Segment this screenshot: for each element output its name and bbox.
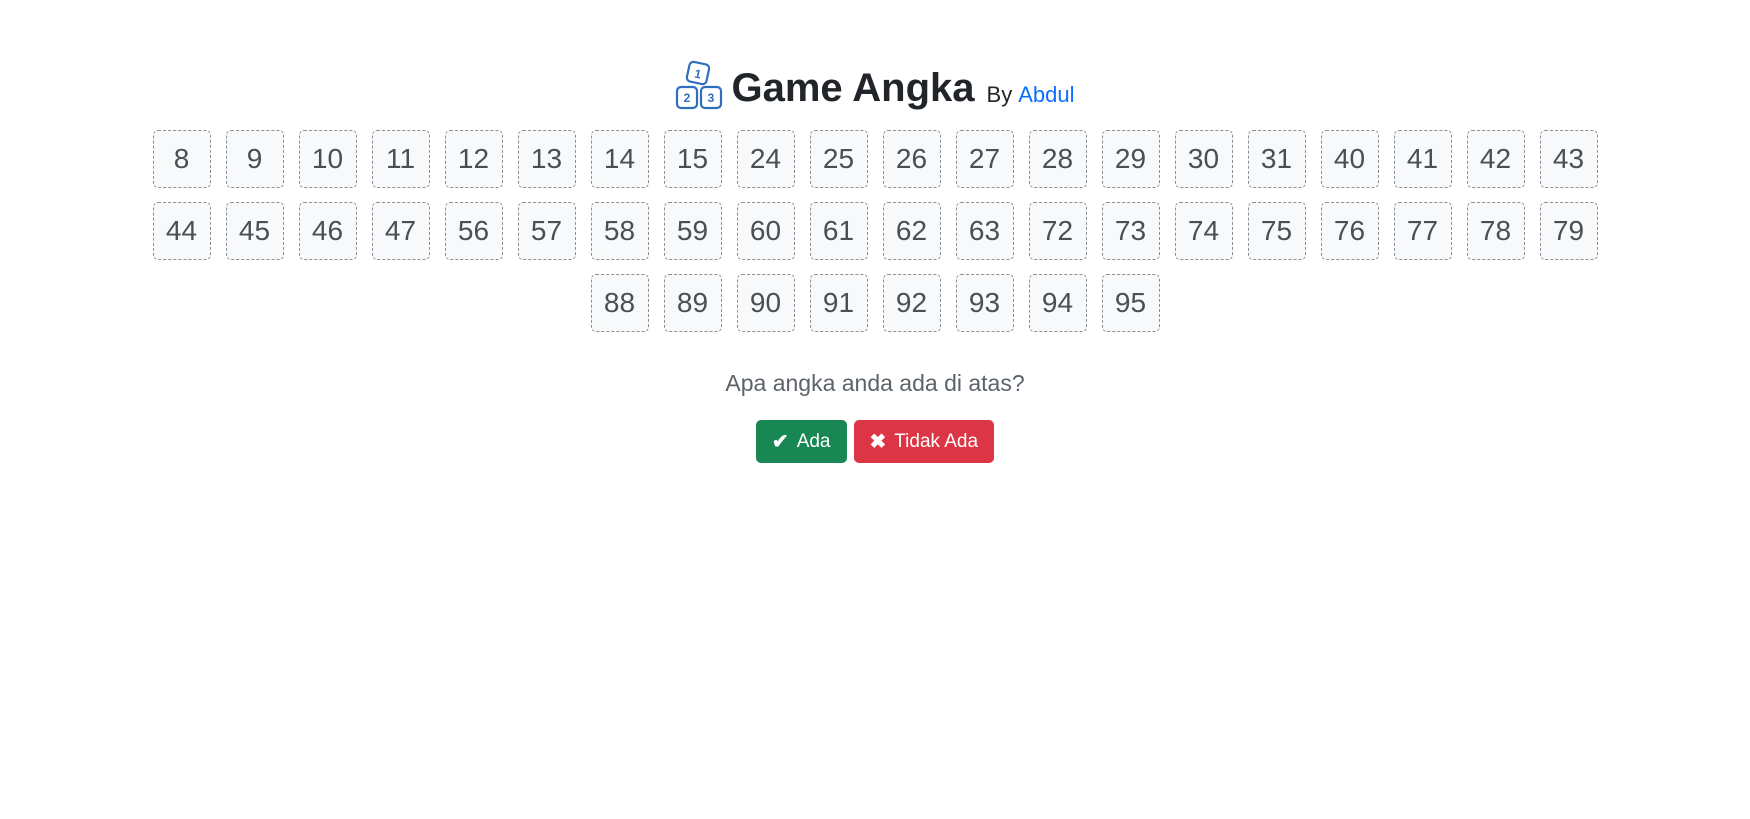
- number-cell: 89: [663, 274, 722, 332]
- number-cell: 14: [590, 130, 649, 188]
- number-cell: 31: [1247, 130, 1306, 188]
- page: 1 2 3 Game Angka By Abdul 8 9 10 11 12 13 14 15…: [0, 0, 1750, 819]
- number-cell: 26: [882, 130, 941, 188]
- svg-text:3: 3: [708, 91, 715, 105]
- number-cell: 75: [1247, 202, 1306, 260]
- number-cell: 91: [809, 274, 868, 332]
- number-cell: 44: [152, 202, 211, 260]
- number-cell: 27: [955, 130, 1014, 188]
- check-icon: ✔: [771, 430, 789, 453]
- close-icon: ✖: [869, 430, 887, 453]
- number-cell: 12: [444, 130, 503, 188]
- number-cell: 15: [663, 130, 722, 188]
- number-cell: 95: [1101, 274, 1160, 332]
- number-cell: 58: [590, 202, 649, 260]
- number-blocks-icon: 1 2 3: [676, 60, 723, 110]
- number-cell: 41: [1393, 130, 1452, 188]
- number-cell: 78: [1466, 202, 1525, 260]
- number-row: 88 89 90 91 92 93 94 95: [590, 274, 1160, 332]
- number-cell: 61: [809, 202, 868, 260]
- number-cell: 11: [371, 130, 430, 188]
- question-text: Apa angka anda ada di atas?: [725, 370, 1025, 396]
- by-label: By: [986, 82, 1013, 107]
- number-row: 8 9 10 11 12 13 14 15 24 25 26 27 28 29 30 31 40 41 42 43: [152, 130, 1598, 188]
- number-cell: 13: [517, 130, 576, 188]
- number-grid: 8 9 10 11 12 13 14 15 24 25 26 27 28 29 30 31 40 41 42 43 44…: [0, 130, 1750, 332]
- number-cell: 9: [225, 130, 284, 188]
- no-button[interactable]: ✖ Tidak Ada: [853, 420, 995, 463]
- number-cell: 90: [736, 274, 795, 332]
- number-cell: 57: [517, 202, 576, 260]
- number-cell: 73: [1101, 202, 1160, 260]
- number-cell: 40: [1320, 130, 1379, 188]
- number-cell: 24: [736, 130, 795, 188]
- number-cell: 72: [1028, 202, 1087, 260]
- number-cell: 47: [371, 202, 430, 260]
- answer-actions: ✔ Ada ✖ Tidak Ada: [0, 420, 1750, 463]
- number-cell: 93: [955, 274, 1014, 332]
- number-cell: 8: [152, 130, 211, 188]
- number-cell: 62: [882, 202, 941, 260]
- number-row: 44 45 46 47 56 57 58 59 60 61 62 63 72 73 74 75 76 77 78 79: [152, 202, 1598, 260]
- number-cell: 45: [225, 202, 284, 260]
- number-cell: 77: [1393, 202, 1452, 260]
- number-cell: 29: [1101, 130, 1160, 188]
- number-cell: 76: [1320, 202, 1379, 260]
- svg-text:1: 1: [694, 66, 704, 81]
- number-cell: 30: [1174, 130, 1233, 188]
- yes-button-label: Ada: [796, 430, 831, 452]
- number-cell: 59: [663, 202, 722, 260]
- number-cell: 46: [298, 202, 357, 260]
- number-cell: 43: [1539, 130, 1598, 188]
- number-cell: 88: [590, 274, 649, 332]
- number-cell: 94: [1028, 274, 1087, 332]
- number-cell: 79: [1539, 202, 1598, 260]
- number-cell: 92: [882, 274, 941, 332]
- no-button-label: Tidak Ada: [894, 430, 979, 452]
- number-cell: 10: [298, 130, 357, 188]
- number-cell: 60: [736, 202, 795, 260]
- svg-text:2: 2: [684, 91, 691, 105]
- yes-button[interactable]: ✔ Ada: [755, 420, 847, 463]
- number-cell: 56: [444, 202, 503, 260]
- number-cell: 42: [1466, 130, 1525, 188]
- number-cell: 63: [955, 202, 1014, 260]
- header: 1 2 3 Game Angka By Abdul: [0, 52, 1750, 110]
- author-link[interactable]: Abdul: [1018, 84, 1074, 106]
- page-title: Game Angka: [731, 66, 975, 110]
- number-cell: 74: [1174, 202, 1233, 260]
- number-cell: 28: [1028, 130, 1087, 188]
- number-cell: 25: [809, 130, 868, 188]
